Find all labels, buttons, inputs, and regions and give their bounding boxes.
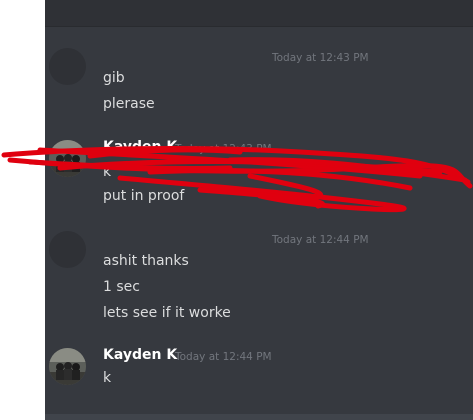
message-text: gib bbox=[103, 70, 125, 86]
chat-top-strip bbox=[45, 0, 473, 27]
kayden-avatar-icon[interactable] bbox=[49, 140, 86, 177]
message-text: k bbox=[103, 370, 112, 386]
message-text: lets see if it worke bbox=[103, 305, 231, 321]
chat-panel: Today at 12:43 PM gib plerase Kayden K T… bbox=[45, 0, 473, 420]
message-timestamp: Today at 12:43 PM bbox=[175, 143, 272, 155]
username[interactable]: Kayden K bbox=[103, 139, 177, 155]
message-timestamp: Today at 12:44 PM bbox=[272, 234, 369, 246]
user-avatar[interactable] bbox=[49, 48, 86, 85]
message-text: put in proof bbox=[103, 188, 185, 204]
avatar-photo-icon bbox=[49, 140, 86, 177]
message-timestamp: Today at 12:44 PM bbox=[175, 351, 272, 363]
message-text: ashit thanks bbox=[103, 253, 189, 269]
user-avatar[interactable] bbox=[49, 231, 86, 268]
avatar-photo-icon bbox=[49, 348, 86, 385]
message-input-edge bbox=[45, 414, 473, 420]
page-margin bbox=[0, 0, 45, 420]
message-text: plerase bbox=[103, 96, 155, 112]
message-timestamp: Today at 12:43 PM bbox=[272, 52, 369, 64]
redacted-message-text: k bbox=[103, 164, 112, 180]
kayden-avatar-icon[interactable] bbox=[49, 348, 86, 385]
username[interactable]: Kayden K bbox=[103, 347, 177, 363]
message-text: 1 sec bbox=[103, 279, 140, 295]
